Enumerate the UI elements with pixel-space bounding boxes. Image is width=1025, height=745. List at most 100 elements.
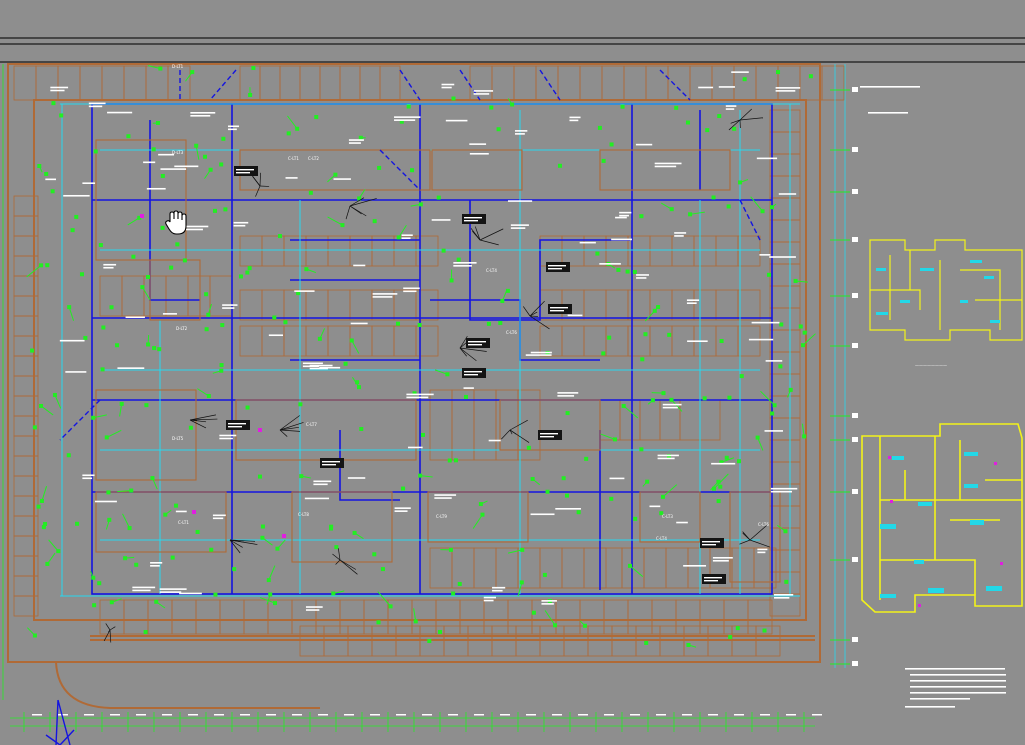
device-symbol xyxy=(457,581,462,586)
device-lead xyxy=(579,620,586,627)
branch-line xyxy=(509,419,528,431)
parking-stall xyxy=(769,241,801,265)
branch-line xyxy=(349,205,367,217)
device-symbol xyxy=(770,411,775,416)
device-lead xyxy=(351,340,360,354)
device-symbol xyxy=(283,320,288,325)
device-lead xyxy=(26,627,36,636)
branch-line xyxy=(739,117,763,121)
parking-stall xyxy=(603,599,629,635)
parking-stall xyxy=(769,131,801,155)
annotation-text xyxy=(453,262,477,264)
annotation-text xyxy=(636,274,649,276)
device-symbol xyxy=(464,394,469,399)
annotation-text xyxy=(463,387,474,389)
annotation-text xyxy=(305,606,323,608)
device-lead xyxy=(141,286,151,301)
device-lead xyxy=(204,169,212,179)
dashed-blue-runs xyxy=(59,69,761,441)
parking-stall xyxy=(715,235,739,267)
annotation-text xyxy=(304,497,330,500)
dimension-text xyxy=(448,714,458,716)
parking-stall xyxy=(513,65,537,101)
annotation-text xyxy=(313,483,328,486)
device-symbol xyxy=(377,165,382,170)
parking-stall xyxy=(121,275,145,317)
device-symbol xyxy=(564,493,569,498)
annotation-tag xyxy=(462,214,486,224)
annotation-tag xyxy=(548,304,572,314)
annotation-text xyxy=(394,507,411,509)
device-symbol xyxy=(545,489,550,494)
annotation-text xyxy=(674,232,687,234)
device-symbol xyxy=(724,455,729,460)
device-symbol xyxy=(728,635,733,640)
device-lead xyxy=(336,546,338,549)
dimension-text xyxy=(526,714,536,716)
annotation-text xyxy=(550,310,564,312)
device-symbol xyxy=(620,104,625,109)
device-symbol xyxy=(798,324,803,329)
device-symbol xyxy=(247,266,252,271)
device-symbol xyxy=(36,504,41,509)
parking-stall xyxy=(435,599,461,635)
device-lead xyxy=(41,486,48,502)
device-symbol xyxy=(557,163,562,168)
note-text-line xyxy=(860,86,920,88)
device-symbol xyxy=(486,321,491,326)
device-symbol xyxy=(372,219,377,224)
annotation-text xyxy=(146,187,166,190)
device-symbol xyxy=(195,529,200,534)
parking-stall xyxy=(769,461,801,485)
dimension-text xyxy=(578,714,588,716)
branch-line xyxy=(259,172,261,187)
device-symbol xyxy=(143,630,148,635)
annotation-text xyxy=(725,108,735,110)
device-lead xyxy=(46,552,56,565)
parking-stall xyxy=(821,65,845,101)
parking-stall xyxy=(583,289,607,321)
key-plan-upper-caption-line: ———————— xyxy=(915,363,947,368)
parking-stall xyxy=(769,307,801,331)
parking-stall xyxy=(327,325,351,357)
annotation-text xyxy=(609,477,625,480)
device-symbol xyxy=(451,591,456,596)
branch-line xyxy=(472,230,481,241)
parking-stall xyxy=(769,505,801,529)
branch-line xyxy=(345,205,351,220)
device-symbol xyxy=(726,204,731,209)
floor-plan-drawing[interactable]: D-LT1 D-LT3 C-LT1 C-LT2 C-LT4 C-LT6 D-LT… xyxy=(0,0,1025,745)
parking-stall xyxy=(769,351,801,375)
annotation-text xyxy=(654,162,682,165)
device-symbol xyxy=(607,335,612,340)
note-text-line xyxy=(910,674,1006,676)
device-symbol xyxy=(417,323,422,328)
parking-stall xyxy=(555,599,581,635)
parking-stall xyxy=(737,325,761,357)
parking-stall xyxy=(239,325,263,357)
dimension-text xyxy=(162,714,172,716)
device-lead xyxy=(40,405,54,416)
note-text-line xyxy=(910,686,1006,688)
device-symbol xyxy=(372,552,377,557)
device-symbol xyxy=(597,125,602,130)
device-symbol xyxy=(93,149,98,154)
cad-drawing-canvas[interactable]: D-LT1 D-LT3 C-LT1 C-LT2 C-LT4 C-LT6 D-LT… xyxy=(0,0,1025,745)
dimension-text xyxy=(656,714,666,716)
device-symbol xyxy=(441,248,446,253)
device-symbol xyxy=(355,380,360,385)
device-symbol xyxy=(718,484,723,489)
branch-line xyxy=(109,626,116,631)
device-symbol xyxy=(308,190,313,195)
annotation-text xyxy=(233,221,249,224)
device-lead xyxy=(689,211,705,215)
device-symbol xyxy=(616,267,621,272)
device-lead xyxy=(287,115,298,130)
dimension-text xyxy=(266,714,276,716)
device-symbol xyxy=(609,142,614,147)
grid-bubble xyxy=(852,293,858,298)
annotation-blocks xyxy=(45,71,801,611)
device-symbol xyxy=(220,323,225,328)
annotation-text xyxy=(45,178,57,181)
parking-stall xyxy=(279,65,301,101)
